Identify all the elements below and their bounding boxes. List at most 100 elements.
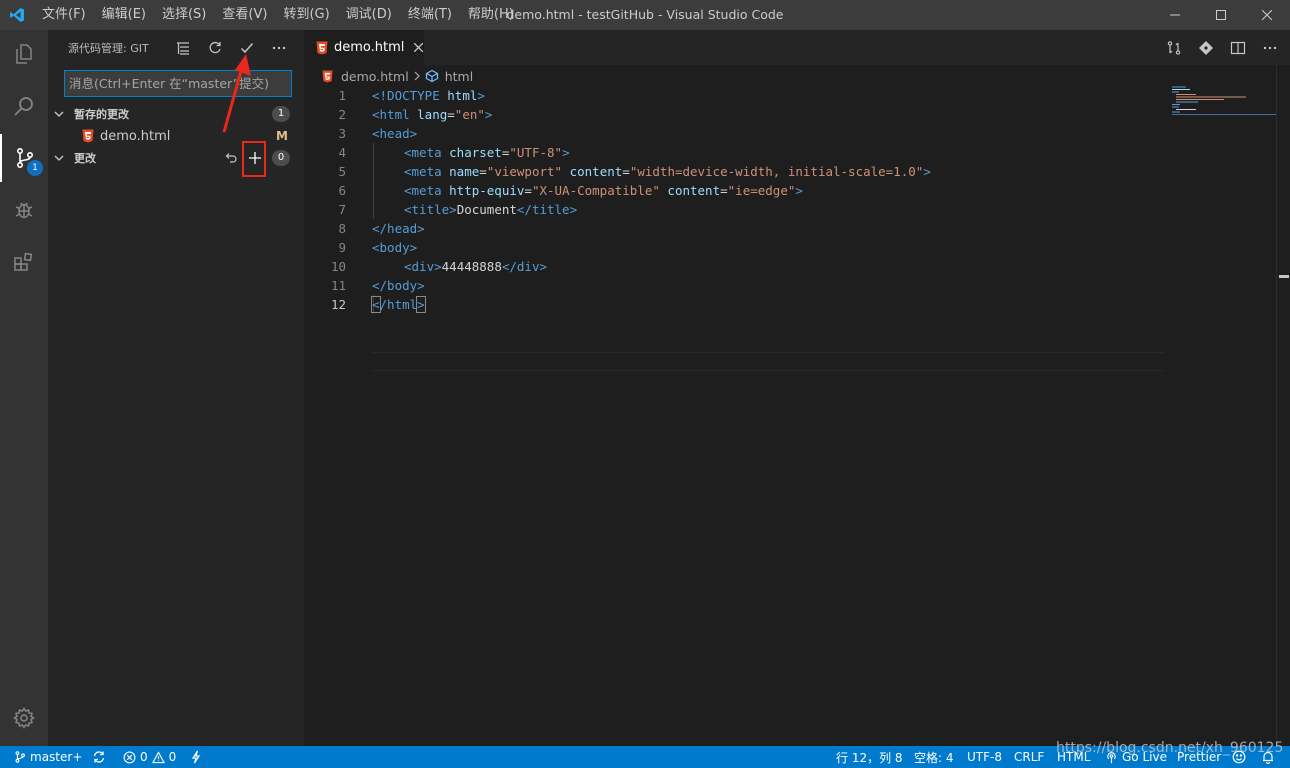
code-token: "en" <box>454 107 485 122</box>
current-line-highlight <box>372 352 1164 371</box>
menu-view[interactable]: 查看(V) <box>214 0 275 30</box>
chevron-right-icon <box>413 71 421 81</box>
problems-status[interactable]: 0 0 <box>123 746 176 768</box>
staged-changes-group[interactable]: 暂存的更改 1 <box>48 103 304 125</box>
view-as-tree-icon[interactable] <box>172 38 194 58</box>
changes-group[interactable]: 更改 0 <box>48 147 304 169</box>
more-actions-icon[interactable] <box>268 38 290 58</box>
code-token: html <box>447 88 478 103</box>
code-line: <html lang="en"> <box>372 105 492 124</box>
tab-demo-html[interactable]: demo.html <box>304 30 424 65</box>
code-token: content <box>562 164 623 179</box>
settings-gear-icon[interactable] <box>0 694 48 742</box>
code-line: <title>Document</title> <box>372 200 577 219</box>
stage-all-plus-icon[interactable] <box>244 147 266 169</box>
code-token: </head> <box>372 221 425 236</box>
staged-file-item[interactable]: demo.html M <box>48 125 304 147</box>
changes-label: 更改 <box>74 152 96 165</box>
code-token: name <box>449 164 480 179</box>
error-count: 0 <box>140 750 148 764</box>
debug-icon[interactable] <box>0 186 48 234</box>
vertical-scrollbar[interactable] <box>1276 65 1290 746</box>
scm-badge: 1 <box>27 160 43 176</box>
line-number: 9 <box>338 240 346 255</box>
code-line: </head> <box>372 219 425 238</box>
more-actions-icon[interactable] <box>1260 38 1280 58</box>
eol-status[interactable]: CRLF <box>1014 746 1044 768</box>
code-token: = <box>447 107 455 122</box>
line-number: 3 <box>338 126 346 141</box>
code-token: <!DOCTYPE <box>372 88 448 103</box>
code-token: = <box>720 183 728 198</box>
branch-status[interactable]: master+ <box>14 746 82 768</box>
line-number: 2 <box>338 107 346 122</box>
code-token: lang <box>417 107 448 122</box>
chevron-down-icon <box>48 147 68 169</box>
maximize-button[interactable] <box>1198 0 1244 30</box>
html5-file-icon <box>322 70 333 83</box>
vscode-logo-icon <box>0 0 34 30</box>
discard-all-icon[interactable] <box>220 147 242 169</box>
editor-actions <box>1164 38 1280 58</box>
panel-title: 源代码管理: GIT <box>68 41 149 55</box>
code-token: <meta <box>404 145 450 160</box>
warning-icon <box>151 750 165 763</box>
close-icon[interactable] <box>412 40 424 56</box>
code-token: content <box>659 183 721 198</box>
menu-selection[interactable]: 选择(S) <box>154 0 214 30</box>
code-line: <meta name="viewport" content="width=dev… <box>372 162 931 181</box>
search-icon[interactable] <box>0 82 48 130</box>
minimap[interactable] <box>1172 86 1276 116</box>
code-token: = <box>622 164 630 179</box>
cursor-position[interactable]: 行 12，列 8 <box>836 746 903 768</box>
menu-edit[interactable]: 编辑(E) <box>94 0 154 30</box>
menu-terminal[interactable]: 终端(T) <box>400 0 460 30</box>
staged-changes-label: 暂存的更改 <box>74 108 129 121</box>
menu-go[interactable]: 转到(G) <box>275 0 337 30</box>
activity-bar: 1 <box>0 30 48 746</box>
code-line: <body> <box>372 238 417 257</box>
line-number: 7 <box>338 202 346 217</box>
lightning-icon[interactable] <box>190 746 202 768</box>
menu-help[interactable]: 帮助(H) <box>460 0 522 30</box>
code-line: </body> <box>372 276 425 295</box>
code-token: < <box>371 296 381 313</box>
open-file-diamond-icon[interactable] <box>1196 38 1216 58</box>
indentation-status[interactable]: 空格: 4 <box>914 746 954 768</box>
extensions-icon[interactable] <box>0 238 48 286</box>
code-token: </div> <box>501 259 548 274</box>
code-token: <body> <box>372 240 418 255</box>
breadcrumb-symbol[interactable]: html <box>445 69 473 84</box>
minimize-button[interactable] <box>1152 0 1198 30</box>
code-line: <div>44448888</div> <box>372 257 547 276</box>
code-token: <meta <box>404 164 450 179</box>
menu-file[interactable]: 文件(F) <box>34 0 94 30</box>
code-line: </html> <box>371 295 426 314</box>
code-token: /html <box>379 297 418 312</box>
code-line: <meta charset="UTF-8"> <box>372 143 570 162</box>
tab-label: demo.html <box>334 40 405 55</box>
explorer-icon[interactable] <box>0 30 48 78</box>
open-changes-icon[interactable] <box>1164 38 1184 58</box>
breadcrumb-file[interactable]: demo.html <box>341 69 409 84</box>
watermark: https://blog.csdn.net/xh_960125 <box>1056 740 1284 756</box>
code-token: > <box>795 183 803 198</box>
file-name: demo.html <box>100 128 171 144</box>
html5-file-icon <box>80 128 96 144</box>
code-line: <meta http-equiv="X-UA-Compatible" conte… <box>372 181 803 200</box>
code-token: "ie=edge" <box>727 183 796 198</box>
code-token: "viewport" <box>486 164 563 179</box>
close-window-button[interactable] <box>1244 0 1290 30</box>
split-editor-icon[interactable] <box>1228 38 1248 58</box>
menu-debug[interactable]: 调试(D) <box>338 0 400 30</box>
source-control-icon[interactable]: 1 <box>0 134 48 182</box>
changes-count-badge: 0 <box>272 150 290 166</box>
sync-icon[interactable] <box>92 746 106 768</box>
code-token: <div> <box>404 259 442 274</box>
code-token: > <box>477 88 485 103</box>
line-number: 6 <box>338 183 346 198</box>
line-number: 5 <box>338 164 346 179</box>
encoding-status[interactable]: UTF-8 <box>967 746 1002 768</box>
code-token: > <box>923 164 931 179</box>
code-token: "UTF-8" <box>509 145 563 160</box>
